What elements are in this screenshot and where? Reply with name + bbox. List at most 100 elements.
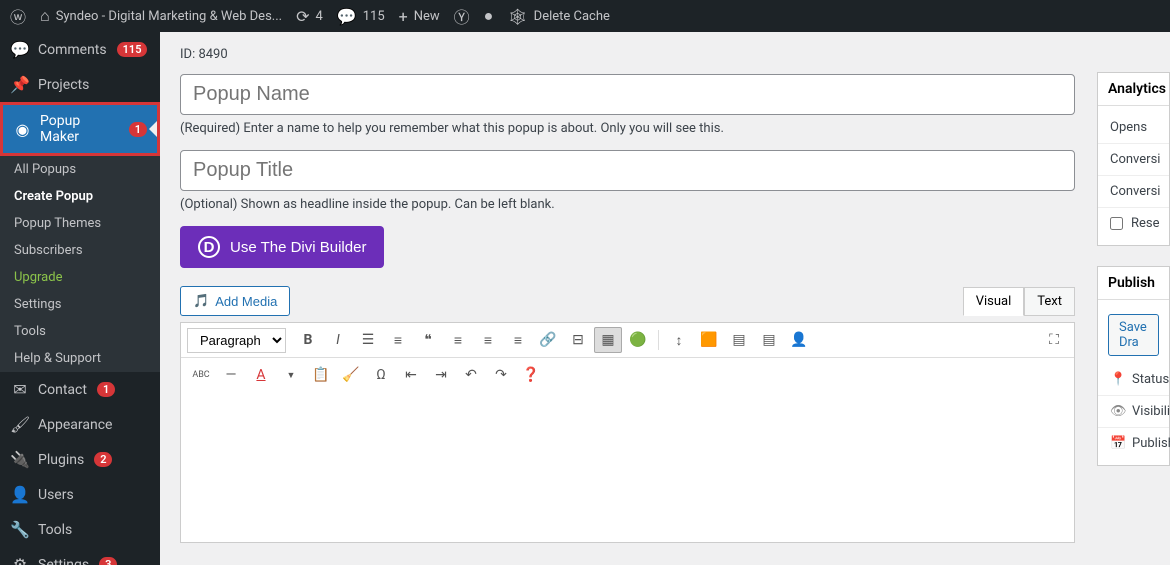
plugin-button-3[interactable]: 🟧 [695,327,723,353]
toolbar-row-2: ABC — A ▼ 📋 🧹 Ω ⇤ ⇥ ↶ ↷ ❓ [181,358,1074,392]
tab-text[interactable]: Text [1024,287,1075,316]
site-link[interactable]: ⌂Syndeo - Digital Marketing & Web Des... [40,6,282,26]
analytics-title: Analytics [1098,73,1169,106]
divi-icon: D [198,236,220,258]
numbered-list-button[interactable]: ≡ [384,327,412,353]
redo-button[interactable]: ↷ [487,362,515,388]
hr-button[interactable]: — [217,362,245,388]
publish-on-row[interactable]: 📅Publish [1098,428,1169,459]
plus-icon: + [399,7,408,26]
new-link[interactable]: +New [399,7,440,26]
main-content: ID: 8490 (Required) Enter a name to help… [160,32,1095,565]
badge: 1 [97,382,115,397]
bold-button[interactable]: B [294,327,322,353]
reset-checkbox[interactable] [1110,217,1123,230]
yoast-link[interactable]: Ⓨ [454,4,470,28]
special-char-button[interactable]: Ω [367,362,395,388]
outdent-button[interactable]: ⇤ [397,362,425,388]
sidebar-item-comments[interactable]: 💬 Comments 115 [0,32,160,67]
sidebar-item-appearance[interactable]: 🖌 Appearance [0,407,160,442]
format-select[interactable]: Paragraph [187,328,286,353]
pin-icon: 📌 [10,75,30,94]
toolbar-toggle-button[interactable]: ▦ [594,327,622,353]
clear-format-button[interactable]: 🧹 [337,362,365,388]
sub-item-help[interactable]: Help & Support [0,345,160,372]
plugin-button-6[interactable]: 👤 [785,327,813,353]
undo-button[interactable]: ↶ [457,362,485,388]
popup-id: ID: 8490 [180,47,1075,62]
sub-item-all-popups[interactable]: All Popups [0,156,160,183]
sub-item-tools[interactable]: Tools [0,318,160,345]
analytics-reset[interactable]: Rese [1098,208,1169,239]
indent-button[interactable]: ⇥ [427,362,455,388]
plugin-button-1[interactable]: 🟢 [624,327,652,353]
sub-item-upgrade[interactable]: Upgrade [0,264,160,291]
analytics-conversions-1[interactable]: Conversi [1098,144,1169,176]
brush-icon: 🖌 [10,415,30,434]
sidebar-item-settings[interactable]: ⚙ Settings 3 [0,547,160,565]
comments-link[interactable]: 💬115 [337,7,385,26]
wysiwyg-editor: Paragraph B I ☰ ≡ ❝ ≡ ≡ ≡ 🔗 ⊟ ▦ 🟢 ↕ 🟧 ▤ … [180,322,1075,543]
text-color-button[interactable]: A [247,362,275,388]
plugin-button-4[interactable]: ▤ [725,327,753,353]
blockquote-button[interactable]: ❝ [414,327,442,353]
badge: 2 [94,452,112,467]
mail-icon: ✉ [10,380,30,399]
fullscreen-button[interactable]: ⛶ [1040,327,1068,353]
gear-icon: ⚙ [10,555,30,565]
popup-icon: ◉ [13,120,32,139]
toolbar-row-1: Paragraph B I ☰ ≡ ❝ ≡ ≡ ≡ 🔗 ⊟ ▦ 🟢 ↕ 🟧 ▤ … [181,323,1074,358]
popup-name-input[interactable] [180,74,1075,115]
dot-icon: ● [484,6,494,26]
dot-indicator[interactable]: ● [484,6,494,26]
align-left-button[interactable]: ≡ [444,327,472,353]
align-right-button[interactable]: ≡ [504,327,532,353]
sidebar-item-contact[interactable]: ✉ Contact 1 [0,372,160,407]
add-media-button[interactable]: 🎵 Add Media [180,286,290,316]
divi-builder-button[interactable]: D Use The Divi Builder [180,226,384,268]
help-button[interactable]: ❓ [517,362,545,388]
sidebar-item-projects[interactable]: 📌 Projects [0,67,160,102]
visibility-row[interactable]: 👁Visibili [1098,396,1169,428]
sub-item-popup-themes[interactable]: Popup Themes [0,210,160,237]
sidebar-item-plugins[interactable]: 🔌 Plugins 2 [0,442,160,477]
divi-label: Use The Divi Builder [230,239,366,256]
strikethrough-button[interactable]: ABC [187,362,215,388]
sidebar-item-popup-maker[interactable]: ◉ Popup Maker 1 [0,102,160,156]
status-row[interactable]: 📍Status [1098,364,1169,396]
editor-content[interactable] [181,392,1074,542]
tab-visual[interactable]: Visual [963,287,1025,316]
plugin-button-2[interactable]: ↕ [665,327,693,353]
popup-title-input[interactable] [180,150,1075,191]
sidebar-item-label: Users [38,487,74,503]
plug-icon: 🔌 [10,450,30,469]
gauge-icon: 🕸 [507,7,527,26]
link-button[interactable]: 🔗 [534,327,562,353]
admin-bar: ⓦ ⌂Syndeo - Digital Marketing & Web Des.… [0,0,1170,32]
delete-cache[interactable]: 🕸Delete Cache [507,7,610,26]
bullet-list-button[interactable]: ☰ [354,327,382,353]
admin-sidebar: 💬 Comments 115 📌 Projects ◉ Popup Maker … [0,32,160,565]
sidebar-item-label: Tools [38,522,72,538]
italic-button[interactable]: I [324,327,352,353]
sidebar-item-tools[interactable]: 🔧 Tools [0,512,160,547]
analytics-opens[interactable]: Opens [1098,112,1169,144]
read-more-button[interactable]: ⊟ [564,327,592,353]
sub-item-create-popup[interactable]: Create Popup [0,183,160,210]
text-color-dropdown[interactable]: ▼ [277,362,305,388]
sub-item-settings[interactable]: Settings [0,291,160,318]
calendar-icon: 📅 [1110,436,1124,451]
updates-link[interactable]: ⟳4 [296,7,323,26]
analytics-conversions-2[interactable]: Conversi [1098,176,1169,208]
publish-panel: Publish Save Dra 📍Status 👁Visibili 📅Publ… [1097,266,1170,466]
badge: 1 [129,122,147,137]
plugin-button-5[interactable]: ▤ [755,327,783,353]
save-draft-button[interactable]: Save Dra [1108,314,1159,356]
wp-logo[interactable]: ⓦ [10,4,26,28]
sidebar-item-users[interactable]: 👤 Users [0,477,160,512]
sub-item-subscribers[interactable]: Subscribers [0,237,160,264]
align-center-button[interactable]: ≡ [474,327,502,353]
wordpress-icon: ⓦ [10,4,26,28]
popup-maker-submenu: All Popups Create Popup Popup Themes Sub… [0,156,160,372]
paste-text-button[interactable]: 📋 [307,362,335,388]
